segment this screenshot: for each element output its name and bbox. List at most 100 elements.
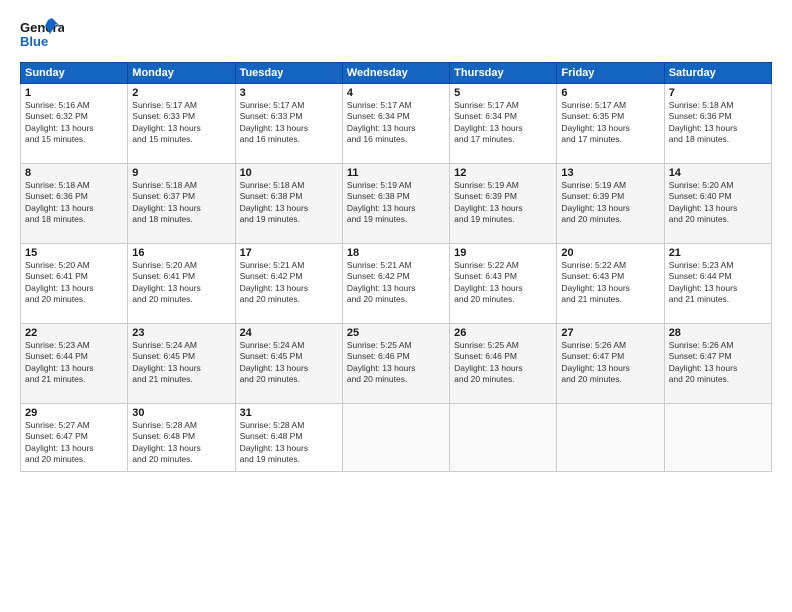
- day-info: Sunrise: 5:17 AM Sunset: 6:33 PM Dayligh…: [240, 100, 338, 146]
- day-info: Sunrise: 5:17 AM Sunset: 6:34 PM Dayligh…: [454, 100, 552, 146]
- day-info: Sunrise: 5:18 AM Sunset: 6:36 PM Dayligh…: [25, 180, 123, 226]
- weekday-friday: Friday: [557, 63, 664, 84]
- day-number: 4: [347, 87, 445, 99]
- day-info: Sunrise: 5:18 AM Sunset: 6:38 PM Dayligh…: [240, 180, 338, 226]
- calendar-cell: [664, 404, 771, 472]
- calendar-cell: 6 Sunrise: 5:17 AM Sunset: 6:35 PM Dayli…: [557, 84, 664, 164]
- day-number: 5: [454, 87, 552, 99]
- day-number: 12: [454, 167, 552, 179]
- day-number: 9: [132, 167, 230, 179]
- calendar-cell: 20 Sunrise: 5:22 AM Sunset: 6:43 PM Dayl…: [557, 244, 664, 324]
- day-number: 26: [454, 327, 552, 339]
- weekday-saturday: Saturday: [664, 63, 771, 84]
- calendar-cell: 25 Sunrise: 5:25 AM Sunset: 6:46 PM Dayl…: [342, 324, 449, 404]
- page: General Blue SundayMondayTuesdayWednesda…: [0, 0, 792, 612]
- calendar-cell: 31 Sunrise: 5:28 AM Sunset: 6:48 PM Dayl…: [235, 404, 342, 472]
- day-number: 27: [561, 327, 659, 339]
- calendar-cell: [342, 404, 449, 472]
- calendar-cell: 19 Sunrise: 5:22 AM Sunset: 6:43 PM Dayl…: [450, 244, 557, 324]
- day-info: Sunrise: 5:20 AM Sunset: 6:41 PM Dayligh…: [25, 260, 123, 306]
- calendar-cell: [450, 404, 557, 472]
- logo: General Blue: [20, 16, 64, 52]
- day-number: 8: [25, 167, 123, 179]
- weekday-tuesday: Tuesday: [235, 63, 342, 84]
- day-number: 18: [347, 247, 445, 259]
- day-number: 25: [347, 327, 445, 339]
- day-info: Sunrise: 5:16 AM Sunset: 6:32 PM Dayligh…: [25, 100, 123, 146]
- calendar-cell: 15 Sunrise: 5:20 AM Sunset: 6:41 PM Dayl…: [21, 244, 128, 324]
- calendar-table: SundayMondayTuesdayWednesdayThursdayFrid…: [20, 62, 772, 472]
- day-info: Sunrise: 5:17 AM Sunset: 6:34 PM Dayligh…: [347, 100, 445, 146]
- weekday-sunday: Sunday: [21, 63, 128, 84]
- calendar-cell: 7 Sunrise: 5:18 AM Sunset: 6:36 PM Dayli…: [664, 84, 771, 164]
- day-info: Sunrise: 5:19 AM Sunset: 6:38 PM Dayligh…: [347, 180, 445, 226]
- calendar-cell: [557, 404, 664, 472]
- calendar-cell: 18 Sunrise: 5:21 AM Sunset: 6:42 PM Dayl…: [342, 244, 449, 324]
- day-info: Sunrise: 5:19 AM Sunset: 6:39 PM Dayligh…: [561, 180, 659, 226]
- calendar-cell: 28 Sunrise: 5:26 AM Sunset: 6:47 PM Dayl…: [664, 324, 771, 404]
- day-number: 13: [561, 167, 659, 179]
- calendar-cell: 17 Sunrise: 5:21 AM Sunset: 6:42 PM Dayl…: [235, 244, 342, 324]
- day-number: 10: [240, 167, 338, 179]
- day-info: Sunrise: 5:26 AM Sunset: 6:47 PM Dayligh…: [669, 340, 767, 386]
- calendar-week-2: 8 Sunrise: 5:18 AM Sunset: 6:36 PM Dayli…: [21, 164, 772, 244]
- day-info: Sunrise: 5:24 AM Sunset: 6:45 PM Dayligh…: [240, 340, 338, 386]
- calendar-cell: 5 Sunrise: 5:17 AM Sunset: 6:34 PM Dayli…: [450, 84, 557, 164]
- calendar-cell: 11 Sunrise: 5:19 AM Sunset: 6:38 PM Dayl…: [342, 164, 449, 244]
- calendar-week-4: 22 Sunrise: 5:23 AM Sunset: 6:44 PM Dayl…: [21, 324, 772, 404]
- day-number: 31: [240, 407, 338, 419]
- calendar-week-5: 29 Sunrise: 5:27 AM Sunset: 6:47 PM Dayl…: [21, 404, 772, 472]
- day-number: 15: [25, 247, 123, 259]
- calendar-cell: 3 Sunrise: 5:17 AM Sunset: 6:33 PM Dayli…: [235, 84, 342, 164]
- day-number: 30: [132, 407, 230, 419]
- calendar-cell: 23 Sunrise: 5:24 AM Sunset: 6:45 PM Dayl…: [128, 324, 235, 404]
- calendar-cell: 30 Sunrise: 5:28 AM Sunset: 6:48 PM Dayl…: [128, 404, 235, 472]
- calendar-week-1: 1 Sunrise: 5:16 AM Sunset: 6:32 PM Dayli…: [21, 84, 772, 164]
- day-number: 14: [669, 167, 767, 179]
- day-info: Sunrise: 5:21 AM Sunset: 6:42 PM Dayligh…: [240, 260, 338, 306]
- day-info: Sunrise: 5:28 AM Sunset: 6:48 PM Dayligh…: [240, 420, 338, 466]
- svg-text:Blue: Blue: [20, 34, 48, 49]
- day-number: 22: [25, 327, 123, 339]
- logo-icon: General Blue: [20, 16, 64, 52]
- day-number: 7: [669, 87, 767, 99]
- calendar-cell: 1 Sunrise: 5:16 AM Sunset: 6:32 PM Dayli…: [21, 84, 128, 164]
- day-info: Sunrise: 5:17 AM Sunset: 6:33 PM Dayligh…: [132, 100, 230, 146]
- calendar-cell: 22 Sunrise: 5:23 AM Sunset: 6:44 PM Dayl…: [21, 324, 128, 404]
- day-number: 19: [454, 247, 552, 259]
- calendar-cell: 4 Sunrise: 5:17 AM Sunset: 6:34 PM Dayli…: [342, 84, 449, 164]
- day-info: Sunrise: 5:23 AM Sunset: 6:44 PM Dayligh…: [25, 340, 123, 386]
- calendar-cell: 24 Sunrise: 5:24 AM Sunset: 6:45 PM Dayl…: [235, 324, 342, 404]
- weekday-monday: Monday: [128, 63, 235, 84]
- calendar-cell: 16 Sunrise: 5:20 AM Sunset: 6:41 PM Dayl…: [128, 244, 235, 324]
- day-info: Sunrise: 5:27 AM Sunset: 6:47 PM Dayligh…: [25, 420, 123, 466]
- day-info: Sunrise: 5:22 AM Sunset: 6:43 PM Dayligh…: [454, 260, 552, 306]
- day-info: Sunrise: 5:26 AM Sunset: 6:47 PM Dayligh…: [561, 340, 659, 386]
- calendar-cell: 9 Sunrise: 5:18 AM Sunset: 6:37 PM Dayli…: [128, 164, 235, 244]
- day-info: Sunrise: 5:20 AM Sunset: 6:40 PM Dayligh…: [669, 180, 767, 226]
- day-number: 3: [240, 87, 338, 99]
- header: General Blue: [20, 16, 772, 52]
- calendar-cell: 27 Sunrise: 5:26 AM Sunset: 6:47 PM Dayl…: [557, 324, 664, 404]
- day-number: 1: [25, 87, 123, 99]
- day-info: Sunrise: 5:18 AM Sunset: 6:36 PM Dayligh…: [669, 100, 767, 146]
- day-info: Sunrise: 5:25 AM Sunset: 6:46 PM Dayligh…: [454, 340, 552, 386]
- calendar-cell: 12 Sunrise: 5:19 AM Sunset: 6:39 PM Dayl…: [450, 164, 557, 244]
- day-info: Sunrise: 5:20 AM Sunset: 6:41 PM Dayligh…: [132, 260, 230, 306]
- day-info: Sunrise: 5:18 AM Sunset: 6:37 PM Dayligh…: [132, 180, 230, 226]
- day-number: 29: [25, 407, 123, 419]
- calendar-cell: 14 Sunrise: 5:20 AM Sunset: 6:40 PM Dayl…: [664, 164, 771, 244]
- day-info: Sunrise: 5:25 AM Sunset: 6:46 PM Dayligh…: [347, 340, 445, 386]
- day-number: 28: [669, 327, 767, 339]
- day-number: 6: [561, 87, 659, 99]
- calendar-cell: 29 Sunrise: 5:27 AM Sunset: 6:47 PM Dayl…: [21, 404, 128, 472]
- day-number: 11: [347, 167, 445, 179]
- day-number: 21: [669, 247, 767, 259]
- day-number: 17: [240, 247, 338, 259]
- calendar-cell: 8 Sunrise: 5:18 AM Sunset: 6:36 PM Dayli…: [21, 164, 128, 244]
- calendar-cell: 21 Sunrise: 5:23 AM Sunset: 6:44 PM Dayl…: [664, 244, 771, 324]
- calendar-cell: 10 Sunrise: 5:18 AM Sunset: 6:38 PM Dayl…: [235, 164, 342, 244]
- day-info: Sunrise: 5:23 AM Sunset: 6:44 PM Dayligh…: [669, 260, 767, 306]
- day-number: 23: [132, 327, 230, 339]
- day-number: 24: [240, 327, 338, 339]
